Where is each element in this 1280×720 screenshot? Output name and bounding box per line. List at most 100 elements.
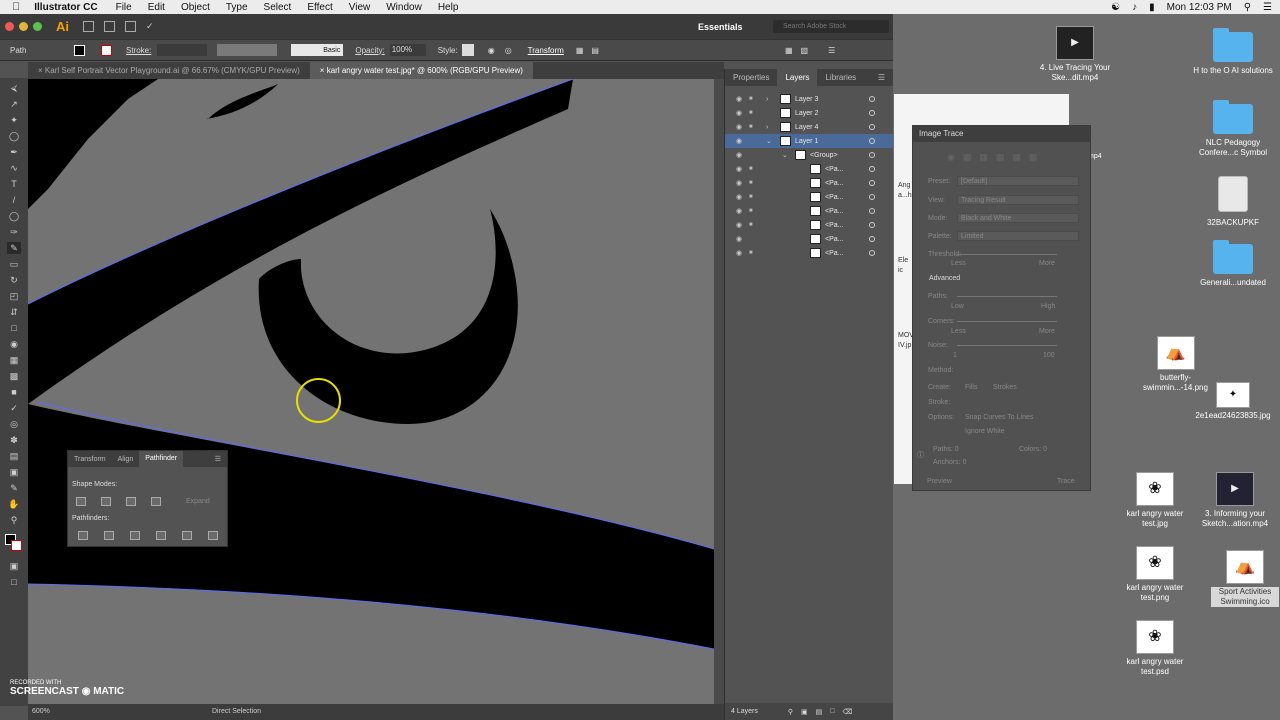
path-row[interactable]: ◉ <Pa... xyxy=(725,232,893,246)
visibility-icon[interactable]: ◉ xyxy=(736,235,742,243)
desktop-icon-video[interactable]: ▶ 4. Live Tracing Your Ske...dit.mp4 xyxy=(1030,26,1120,83)
tab-align[interactable]: Align xyxy=(112,456,140,463)
path-name[interactable]: <Pa... xyxy=(825,236,843,243)
path-row[interactable]: ◉ ■ <Pa... xyxy=(725,176,893,190)
distribute-icon[interactable]: ▤ xyxy=(591,46,599,55)
menu-object[interactable]: Object xyxy=(181,2,210,13)
free-transform-icon[interactable]: □ xyxy=(7,322,21,334)
stroke-label[interactable]: Stroke: xyxy=(126,46,151,55)
layer-row[interactable]: ◉ ■ › Layer 4 xyxy=(725,120,893,134)
menu-window[interactable]: Window xyxy=(386,2,422,13)
target-icon[interactable] xyxy=(869,180,875,186)
target-icon[interactable] xyxy=(869,138,875,144)
path-row[interactable]: ◉ ■ <Pa... xyxy=(725,246,893,260)
merge-button[interactable] xyxy=(130,531,140,540)
collapse-arrow-icon[interactable]: ⌄ xyxy=(766,137,772,145)
exclude-button[interactable] xyxy=(151,497,161,506)
desktop-icon-video[interactable]: ▶ 3. Informing your Sketch...ation.mp4 xyxy=(1193,472,1277,529)
noise-slider[interactable] xyxy=(957,345,1057,346)
tab-properties[interactable]: Properties xyxy=(725,73,777,82)
trim-button[interactable] xyxy=(104,531,114,540)
canvas[interactable] xyxy=(28,79,714,704)
path-row[interactable]: ◉ ■ <Pa... xyxy=(725,218,893,232)
target-icon[interactable] xyxy=(869,110,875,116)
crop-button[interactable] xyxy=(156,531,166,540)
minus-front-button[interactable] xyxy=(101,497,111,506)
eraser-icon[interactable]: ▭ xyxy=(7,258,21,270)
expand-button[interactable]: Expand xyxy=(186,498,210,505)
trace-button[interactable]: Trace xyxy=(1057,478,1075,485)
tab-pathfinder[interactable]: Pathfinder xyxy=(139,451,184,467)
desktop-icon-folder[interactable]: H to the O AI solutions xyxy=(1188,28,1278,76)
blend-tool-icon[interactable]: ◎ xyxy=(7,418,21,430)
strokes-checkbox[interactable]: Strokes xyxy=(993,384,1017,391)
menu-view[interactable]: View xyxy=(349,2,371,13)
stroke-swatch-box[interactable] xyxy=(11,540,22,551)
lock-icon[interactable]: ■ xyxy=(749,194,753,200)
visibility-icon[interactable]: ◉ xyxy=(736,179,742,187)
align-icon[interactable]: ▦ xyxy=(576,46,584,55)
target-icon[interactable] xyxy=(869,96,875,102)
wifi-icon[interactable]: ☯ xyxy=(1111,2,1120,13)
path-name[interactable]: <Pa... xyxy=(825,250,843,257)
volume-icon[interactable]: ♪ xyxy=(1132,2,1137,13)
panel-options-icon[interactable]: ▦ xyxy=(785,46,793,55)
palette-select[interactable]: Limited xyxy=(957,231,1079,241)
visibility-icon[interactable]: ◉ xyxy=(736,221,742,229)
visibility-icon[interactable]: ◉ xyxy=(736,193,742,201)
target-icon[interactable] xyxy=(869,236,875,242)
fill-swatch[interactable] xyxy=(74,44,85,56)
graph-tool-icon[interactable]: ▤ xyxy=(7,450,21,462)
artboard-tool-icon[interactable]: ▣ xyxy=(7,466,21,478)
shape-builder-icon[interactable]: ◉ xyxy=(7,338,21,350)
path-name[interactable]: <Pa... xyxy=(825,222,843,229)
desktop-icon-image[interactable]: ❀ karl angry water test.png xyxy=(1115,546,1195,603)
pen-tool-icon[interactable]: ✒ xyxy=(7,146,21,158)
panel-menu-icon[interactable]: ☰ xyxy=(870,73,893,82)
divide-button[interactable] xyxy=(78,531,88,540)
brush-icon[interactable]: ✓ xyxy=(146,21,154,32)
lock-icon[interactable]: ■ xyxy=(749,110,753,116)
stock-icon[interactable] xyxy=(104,21,115,32)
group-name[interactable]: <Group> xyxy=(810,152,838,159)
path-name[interactable]: <Pa... xyxy=(825,166,843,173)
target-icon[interactable] xyxy=(869,208,875,214)
current-tool[interactable]: Direct Selection xyxy=(212,708,261,715)
ellipse-tool-icon[interactable]: ◯ xyxy=(7,210,21,222)
delete-layer-icon[interactable]: ⌫ xyxy=(842,708,852,716)
visibility-icon[interactable]: ◉ xyxy=(736,95,742,103)
variable-width-field[interactable] xyxy=(217,44,278,56)
workspace-switcher[interactable]: Essentials xyxy=(698,22,743,32)
lock-icon[interactable]: ■ xyxy=(749,96,753,102)
desktop-icon-folder[interactable]: Generali...undated xyxy=(1188,240,1278,288)
threshold-slider[interactable] xyxy=(957,254,1057,255)
layer-name[interactable]: Layer 2 xyxy=(795,110,818,117)
ignore-white-checkbox[interactable]: Ignore White xyxy=(965,428,1005,435)
opacity-input[interactable]: 100% xyxy=(389,44,426,56)
arrange-documents-icon[interactable]: ▧ xyxy=(801,46,809,55)
minus-back-button[interactable] xyxy=(208,531,218,540)
visibility-icon[interactable]: ◉ xyxy=(736,109,742,117)
visibility-icon[interactable]: ◉ xyxy=(736,123,742,131)
arrange-icon[interactable] xyxy=(125,21,136,32)
panel-menu-icon[interactable]: ☰ xyxy=(209,455,227,463)
zoom-button[interactable] xyxy=(33,22,42,31)
rotate-tool-icon[interactable]: ↻ xyxy=(7,274,21,286)
bridge-icon[interactable] xyxy=(83,21,94,32)
path-name[interactable]: <Pa... xyxy=(825,194,843,201)
menu-list-icon[interactable]: ☰ xyxy=(1263,2,1272,13)
group-row[interactable]: ◉ ⌄ <Group> xyxy=(725,148,893,162)
brush-definition[interactable]: Basic xyxy=(291,44,344,56)
tab-close-icon[interactable]: × xyxy=(320,66,325,75)
width-tool-icon[interactable]: ⇵ xyxy=(7,306,21,318)
scale-tool-icon[interactable]: ◰ xyxy=(7,290,21,302)
tab-libraries[interactable]: Libraries xyxy=(817,73,864,82)
pencil-tool-icon[interactable]: ✎ xyxy=(7,242,21,254)
vertical-scrollbar[interactable] xyxy=(714,79,724,704)
zoom-level[interactable]: 600% xyxy=(32,708,50,715)
unite-button[interactable] xyxy=(76,497,86,506)
panel-menu-icon[interactable]: ☰ xyxy=(828,46,835,55)
new-layer-icon[interactable]: □ xyxy=(830,708,834,715)
target-icon[interactable] xyxy=(869,194,875,200)
make-clipping-mask-icon[interactable]: ▣ xyxy=(801,708,808,716)
